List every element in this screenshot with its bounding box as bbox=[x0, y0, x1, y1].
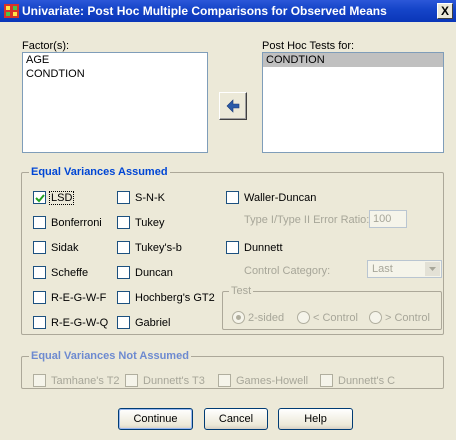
factors-listbox[interactable]: AGE CONDTION bbox=[22, 52, 208, 153]
spss-app-icon bbox=[4, 4, 19, 18]
error-ratio-label: Type I/Type II Error Ratio: bbox=[244, 214, 370, 226]
arrow-right-icon bbox=[226, 99, 240, 113]
window-title: Univariate: Post Hoc Multiple Comparison… bbox=[22, 4, 387, 18]
equal-variances-not-assumed-title: Equal Variances Not Assumed bbox=[29, 350, 191, 362]
help-button[interactable]: Help bbox=[278, 408, 353, 430]
title-bar: Univariate: Post Hoc Multiple Comparison… bbox=[0, 0, 456, 22]
control-category-select[interactable]: Last bbox=[367, 260, 442, 278]
post-hoc-label: Post Hoc Tests for: bbox=[262, 40, 355, 52]
control-category-label: Control Category: bbox=[244, 265, 331, 277]
list-item[interactable]: CONDTION bbox=[23, 67, 207, 81]
equal-variances-assumed-title: Equal Variances Assumed bbox=[29, 166, 170, 178]
post-hoc-listbox[interactable]: CONDTION bbox=[262, 52, 444, 153]
error-ratio-input[interactable]: 100 bbox=[369, 210, 407, 228]
factors-label: Factor(s): bbox=[22, 40, 70, 52]
cancel-button[interactable]: Cancel bbox=[204, 408, 268, 430]
continue-button[interactable]: Continue bbox=[118, 408, 193, 430]
checkmark-icon bbox=[35, 194, 45, 203]
move-right-button[interactable] bbox=[219, 92, 247, 120]
list-item[interactable]: AGE bbox=[23, 53, 207, 67]
test-group-title: Test bbox=[229, 285, 254, 297]
close-button[interactable]: X bbox=[437, 3, 453, 19]
list-item[interactable]: CONDTION bbox=[263, 53, 443, 67]
close-icon: X bbox=[440, 4, 449, 18]
chevron-down-icon bbox=[429, 267, 436, 271]
